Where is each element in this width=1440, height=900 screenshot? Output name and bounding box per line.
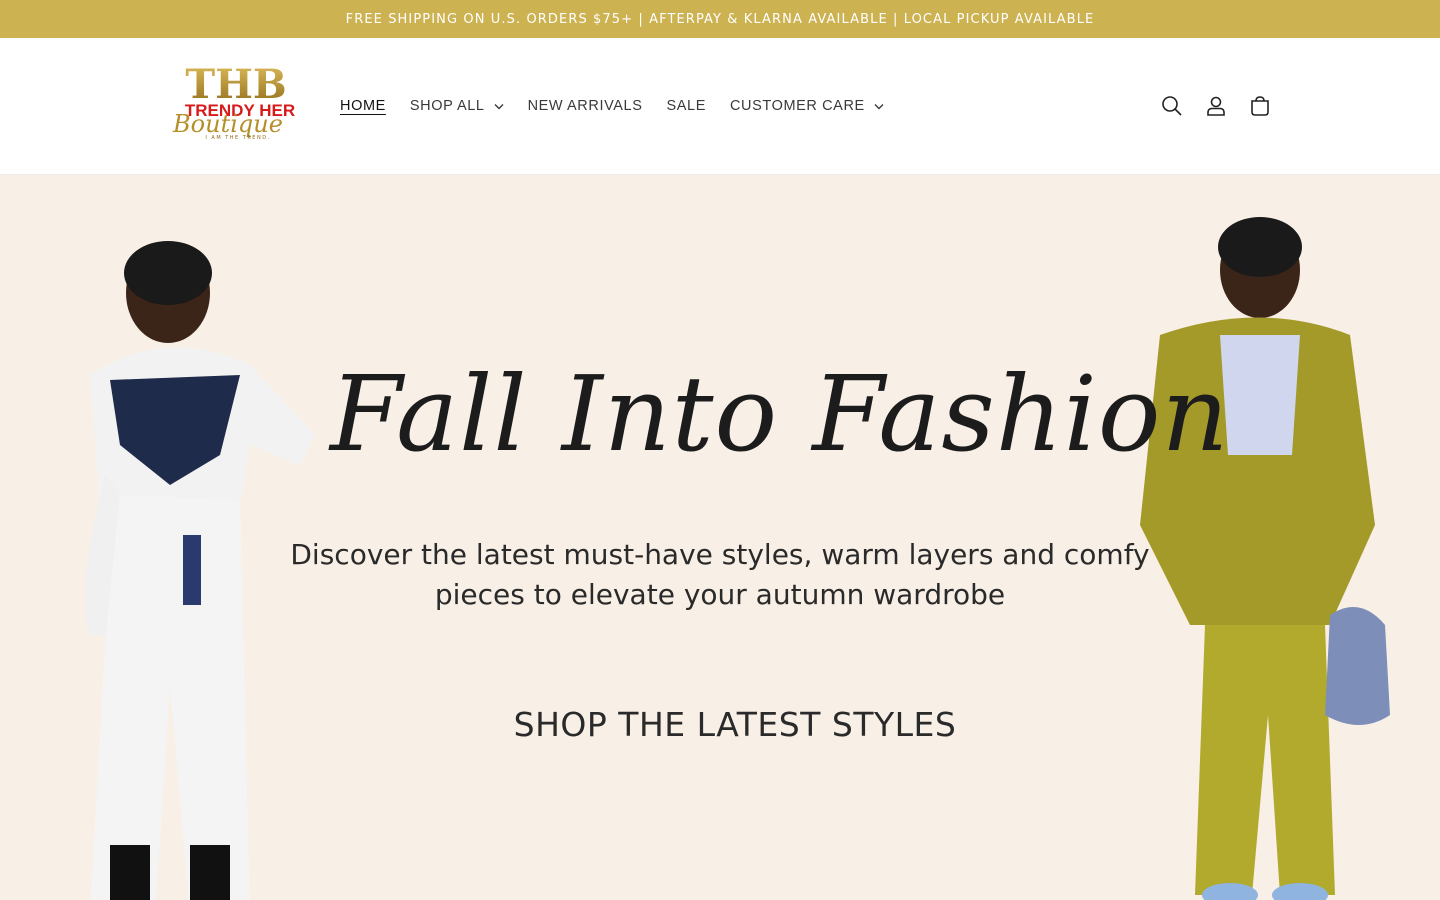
chevron-down-icon (494, 103, 504, 110)
nav-item-label: CUSTOMER CARE (729, 98, 865, 114)
hero-subtitle-line: Discover the latest must-have styles, wa… (290, 538, 1150, 571)
nav-item-label: HOME (340, 98, 386, 114)
announcement-bar: FREE SHIPPING ON U.S. ORDERS $75+ | AFTE… (0, 0, 1440, 38)
announcement-text: FREE SHIPPING ON U.S. ORDERS $75+ | AFTE… (345, 11, 1095, 27)
search-icon[interactable] (1160, 94, 1184, 118)
logo-tagline: I AM THE TREND. (205, 135, 270, 141)
nav-item-label: SALE (666, 98, 706, 114)
site-header: THB TRENDY HER Boutique I AM THE TREND. … (0, 38, 1440, 175)
logo-script: Boutique (172, 110, 283, 138)
hero-banner[interactable]: Fall Into Fashion Discover the latest mu… (0, 175, 1440, 900)
hero-title: Fall Into Fashion (330, 353, 1230, 475)
main-navigation: HOME SHOP ALL NEW ARRIVALS SALE CUSTOMER… (328, 38, 896, 174)
model-image-left (50, 215, 330, 900)
nav-item-new-arrivals[interactable]: NEW ARRIVALS (516, 98, 655, 114)
logo-graphic: THB TRENDY HER Boutique I AM THE TREND. (172, 61, 295, 141)
hero-subtitle: Discover the latest must-have styles, wa… (290, 535, 1150, 615)
nav-item-home[interactable]: HOME (328, 98, 398, 114)
chevron-down-icon (874, 103, 884, 110)
nav-item-shop-all[interactable]: SHOP ALL (398, 98, 516, 114)
model-image-right (1120, 195, 1410, 900)
nav-item-label: NEW ARRIVALS (527, 98, 643, 114)
nav-item-customer-care[interactable]: CUSTOMER CARE (718, 98, 896, 114)
hero-subtitle-line: pieces to elevate your autumn wardrobe (434, 578, 1006, 611)
store-logo[interactable]: THB TRENDY HER Boutique I AM THE TREND. (166, 60, 306, 152)
nav-item-sale[interactable]: SALE (654, 98, 717, 114)
nav-item-label: SHOP ALL (409, 98, 485, 114)
cart-icon[interactable] (1248, 94, 1272, 118)
account-icon[interactable] (1204, 94, 1228, 118)
header-icons (1160, 38, 1272, 174)
shop-latest-styles-link[interactable]: SHOP THE LATEST STYLES (470, 705, 1000, 744)
